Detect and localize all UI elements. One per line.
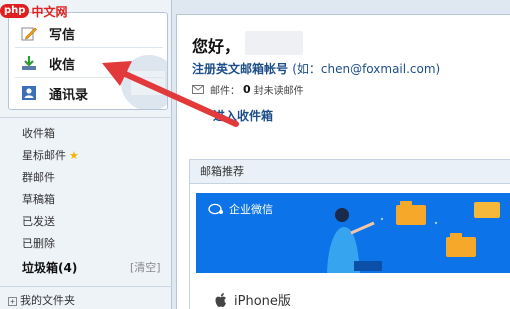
folder-junk[interactable]: 垃圾箱(4) [22,258,77,278]
folder-sent[interactable]: 已发送 [22,212,55,232]
enter-inbox-link[interactable]: 进入收件箱 [213,107,273,124]
main-panel: 您好， 注册英文邮箱帐号 (如：chen@foxmail.com) 邮件： 0 … [176,14,510,309]
address-book-icon [22,86,36,100]
my-folders-label: 我的文件夹 [20,294,75,307]
divider [0,286,172,287]
mail-status: 邮件： 0 封未读邮件 [192,82,304,97]
mail-label: 邮件： [210,86,240,97]
wecom-banner[interactable]: 企业微信 [196,193,510,273]
receive-mail-button[interactable]: 收信 [9,49,167,77]
sidebar: 写信 收信 通讯录 收件箱 星标邮件 ★ 群邮件 草稿箱 已发送 已删除 垃圾箱(… [0,0,172,309]
iphone-label: iPhone版 [234,294,291,309]
greeting-text: 您好， [192,37,241,56]
expand-plus-icon[interactable]: + [8,296,17,306]
download-icon [22,56,36,70]
iphone-app-link[interactable]: iPhone版 [214,290,291,309]
folder-deleted[interactable]: 已删除 [22,234,55,254]
banner-illustration [327,201,500,273]
divider [15,77,163,78]
folder-starred[interactable]: 星标邮件 ★ [22,146,79,166]
register-link-hint: (如：chen@foxmail.com) [292,62,441,76]
write-mail-label: 写信 [49,27,76,43]
write-mail-button[interactable]: 写信 [9,19,167,47]
contacts-button[interactable]: 通讯录 [9,79,167,107]
divider [0,117,172,118]
compose-panel: 写信 收信 通讯录 [8,12,168,110]
site-watermark: php 中文网 [0,0,70,22]
unread-suffix: 封未读邮件 [253,86,304,97]
contacts-label: 通讯录 [49,87,89,103]
register-link-label: 注册英文邮箱帐号 [192,62,289,76]
apple-icon [215,292,226,307]
junk-clear-link[interactable]: [清空] [130,258,161,278]
watermark-text: 中文网 [31,4,68,19]
folder-drafts[interactable]: 草稿箱 [22,190,55,210]
receive-mail-label: 收信 [49,57,76,73]
folder-group[interactable]: 群邮件 [22,168,55,188]
my-folders-toggle[interactable]: + 我的文件夹 [8,292,75,309]
username-redacted [245,31,303,55]
folder-starred-label: 星标邮件 [22,149,66,162]
folder-inbox[interactable]: 收件箱 [22,124,55,144]
register-english-account-link[interactable]: 注册英文邮箱帐号 (如：chen@foxmail.com) [192,60,440,77]
recommend-panel: 邮箱推荐 企业微信 iPhone版 [189,159,510,309]
divider [15,47,163,48]
envelope-icon [192,85,204,94]
recommend-title: 邮箱推荐 [190,160,510,184]
star-icon: ★ [69,149,79,162]
pencil-icon [21,27,37,41]
unread-count: 0 [243,83,251,96]
watermark-badge: php [0,4,30,18]
